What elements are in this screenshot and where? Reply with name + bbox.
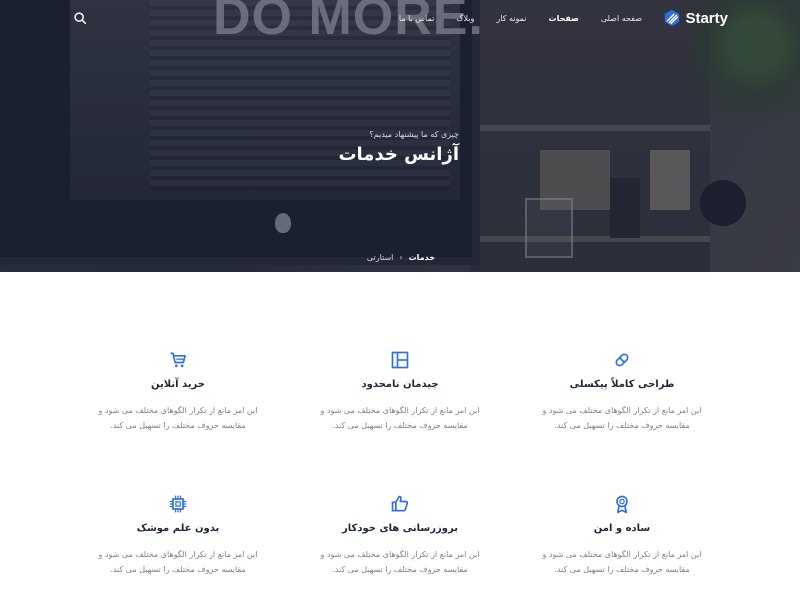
feature-title: خرید آنلاین <box>151 379 205 390</box>
nav-item-contact[interactable]: تماس با ما <box>399 14 435 23</box>
cart-icon <box>170 352 186 368</box>
feature-description: این امر مانع از تکرار الگوهای مختلف می ش… <box>300 403 500 433</box>
feature-description-line: مقایسه حروف مختلف را تسهیل می کند. <box>554 565 690 574</box>
feature-description-line: این امر مانع از تکرار الگوهای مختلف می ش… <box>320 550 480 559</box>
feature-title: بدون علم موشک <box>136 523 220 534</box>
nav-item-pages[interactable]: صفحات <box>549 14 579 23</box>
page-title: آژانس خدمات <box>338 144 459 165</box>
feature-description: این امر مانع از تکرار الگوهای مختلف می ش… <box>522 547 722 577</box>
layout-icon <box>391 351 409 369</box>
pill-icon <box>615 353 629 367</box>
feature-description-line: مقایسه حروف مختلف را تسهیل می کند. <box>332 565 468 574</box>
feature-description-line: مقایسه حروف مختلف را تسهیل می کند. <box>554 421 690 430</box>
feature-description-line: این امر مانع از تکرار الگوهای مختلف می ش… <box>98 550 258 559</box>
feature-description: این امر مانع از تکرار الگوهای مختلف می ش… <box>78 547 278 577</box>
brand-logo[interactable]: Starty <box>663 9 728 27</box>
feature-title: بروزرسانی های خودکار <box>342 523 458 534</box>
breadcrumb-home-link[interactable]: استارتی <box>367 253 394 262</box>
feature-title: ساده و امن <box>593 523 651 534</box>
search-icon[interactable] <box>73 11 87 25</box>
feature-description-line: این امر مانع از تکرار الگوهای مختلف می ش… <box>542 550 702 559</box>
nav-item-blog[interactable]: وبلاگ <box>456 14 474 23</box>
nav-item-home[interactable]: صفحه اصلی <box>601 14 642 23</box>
logo-icon <box>665 9 680 27</box>
feature-description-line: این امر مانع از تکرار الگوهای مختلف می ش… <box>320 406 480 415</box>
feature-title: چیدمان نامحدود <box>361 379 439 390</box>
chip-icon <box>169 495 187 513</box>
feature-description-line: مقایسه حروف مختلف را تسهیل می کند. <box>110 565 246 574</box>
breadcrumb-current: خدمات <box>408 253 435 262</box>
main-menu: صفحه اصلی صفحات نمونه کار وبلاگ تماس با … <box>377 14 642 23</box>
feature-description: این امر مانع از تکرار الگوهای مختلف می ش… <box>522 403 722 433</box>
chevron-left-icon: ‹ <box>399 253 403 262</box>
feature-description-line: این امر مانع از تکرار الگوهای مختلف می ش… <box>98 406 258 415</box>
feature-card: ساده و امن این امر مانع از تکرار الگوهای… <box>522 494 722 577</box>
feature-description: این امر مانع از تکرار الگوهای مختلف می ش… <box>78 403 278 433</box>
thumbs-up-icon <box>391 495 409 512</box>
feature-card: چیدمان نامحدود این امر مانع از تکرار الگ… <box>300 350 500 433</box>
feature-card: خرید آنلاین این امر مانع از تکرار الگوها… <box>78 350 278 433</box>
breadcrumb: استارتی ‹ خدمات <box>367 253 435 262</box>
feature-description-line: این امر مانع از تکرار الگوهای مختلف می ش… <box>542 406 702 415</box>
feature-description-line: مقایسه حروف مختلف را تسهیل می کند. <box>332 421 468 430</box>
nav-item-portfolio[interactable]: نمونه کار <box>496 14 526 23</box>
hero-subtitle: چیزی که ما پیشنهاد میدیم؟ <box>369 130 459 139</box>
top-navigation: Starty صفحه اصلی صفحات نمونه کار وبلاگ ت… <box>0 0 800 40</box>
feature-title: طراحی کاملاً پیکسلی <box>569 379 675 390</box>
award-icon <box>616 495 628 514</box>
feature-card: بروزرسانی های خودکار این امر مانع از تکر… <box>300 494 500 577</box>
feature-card: طراحی کاملاً پیکسلی این امر مانع از تکرا… <box>522 350 722 433</box>
feature-description: این امر مانع از تکرار الگوهای مختلف می ش… <box>300 547 500 577</box>
brand-name: Starty <box>685 9 728 27</box>
feature-card: بدون علم موشک این امر مانع از تکرار الگو… <box>78 494 278 577</box>
feature-description-line: مقایسه حروف مختلف را تسهیل می کند. <box>110 421 246 430</box>
